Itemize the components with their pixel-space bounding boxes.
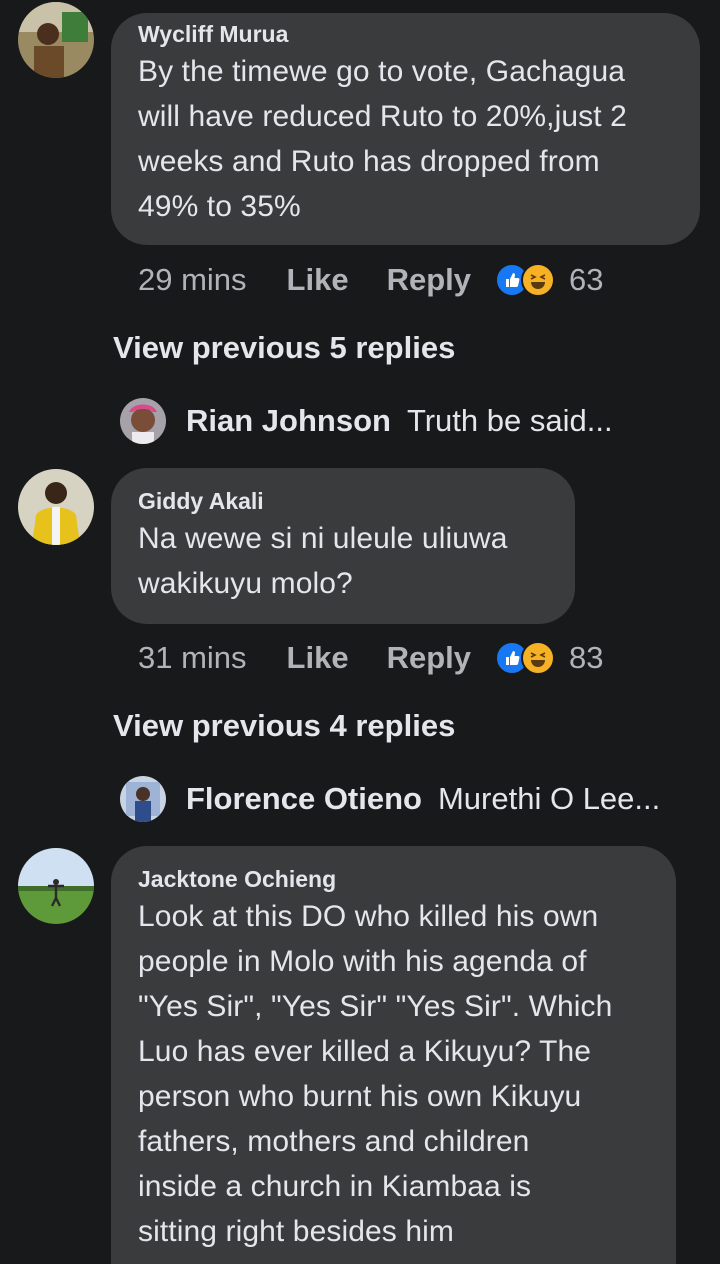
reactions-summary[interactable]: 83	[495, 640, 603, 676]
comment-bubble: Jacktone Ochieng Look at this DO who kil…	[111, 846, 676, 1264]
comment-text-line: "Yes Sir", "Yes Sir" "Yes Sir". Which	[138, 990, 613, 1023]
reactions-summary[interactable]: 63	[495, 262, 603, 298]
comment-text-line: person who burnt his own Kikuyu	[138, 1080, 582, 1113]
like-button[interactable]: Like	[287, 640, 349, 676]
view-previous-replies[interactable]: View previous 5 replies	[113, 330, 455, 366]
avatar-photo	[18, 2, 94, 78]
reply-author: Florence Otieno	[186, 781, 422, 816]
latest-reply-preview[interactable]: Florence Otieno Murethi O Lee...	[120, 774, 660, 824]
comment-text-line: sitting right besides him	[138, 1215, 454, 1248]
comment-text-line: 49% to 35%	[138, 190, 301, 223]
comment-author[interactable]: Giddy Akali	[138, 486, 549, 516]
comment-text-line: weeks and Ruto has dropped from	[138, 145, 600, 178]
comment-text-line: inside a church in Kiambaa is	[138, 1170, 532, 1203]
avatar-photo	[18, 848, 94, 924]
comment-text-line: Look at this DO who killed his own	[138, 900, 599, 933]
avatar-photo	[18, 469, 94, 545]
comment-text-line: people in Molo with his agenda of	[138, 945, 587, 978]
comment-text-line: By the timewe go to vote, Gachagua	[138, 55, 626, 88]
comment-text-line: will have reduced Ruto to 20%,just 2	[138, 100, 627, 133]
haha-icon	[521, 641, 555, 675]
reply-button[interactable]: Reply	[387, 262, 471, 298]
haha-icon	[521, 263, 555, 297]
reply-button[interactable]: Reply	[387, 640, 471, 676]
comment-timestamp[interactable]: 29 mins	[138, 262, 247, 298]
comment-actions: 29 mins Like Reply 63	[138, 258, 603, 302]
reply-text: Murethi O Lee...	[437, 781, 661, 816]
reply-author: Rian Johnson	[186, 403, 391, 438]
comment-bubble: Wycliff Murua By the timewe go to vote, …	[111, 13, 700, 245]
comment-author[interactable]: Jacktone Ochieng	[138, 864, 650, 894]
reply-avatar	[120, 398, 166, 444]
comment-text-line: Na wewe si ni uleule uliuwa	[138, 522, 508, 555]
reply-avatar	[120, 776, 166, 822]
comment-text-line: fathers, mothers and children	[138, 1125, 530, 1158]
comment-author[interactable]: Wycliff Murua	[138, 19, 674, 49]
like-button[interactable]: Like	[287, 262, 349, 298]
view-previous-replies[interactable]: View previous 4 replies	[113, 708, 455, 744]
comment-text-line: wakikuyu molo?	[138, 567, 353, 600]
comment-bubble: Giddy Akali Na wewe si ni uleule uliuwa …	[111, 468, 575, 624]
avatar-jacktone-ochieng[interactable]	[18, 848, 94, 924]
comment-text-line: Luo has ever killed a Kikuyu? The	[138, 1035, 592, 1068]
latest-reply-preview[interactable]: Rian Johnson Truth be said...	[120, 396, 613, 446]
reaction-count: 63	[569, 262, 604, 297]
reaction-count: 83	[569, 640, 604, 675]
avatar-giddy-akali[interactable]	[18, 469, 94, 545]
comment-actions: 31 mins Like Reply 83	[138, 636, 603, 680]
reply-text: Truth be said...	[406, 403, 613, 438]
avatar-wycliff-murua[interactable]	[18, 2, 94, 78]
comment-timestamp[interactable]: 31 mins	[138, 640, 247, 676]
